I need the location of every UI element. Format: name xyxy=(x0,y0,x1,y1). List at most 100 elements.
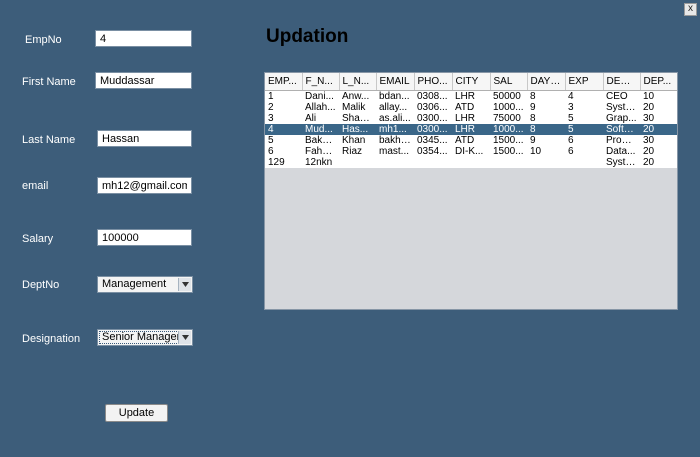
table-cell[interactable]: Bakh... xyxy=(302,135,339,146)
column-header[interactable]: L_N... xyxy=(339,73,377,91)
table-cell[interactable]: 129 xyxy=(265,157,302,168)
first-name-input[interactable] xyxy=(95,72,192,89)
table-cell[interactable]: Fahe... xyxy=(302,146,339,157)
table-cell[interactable]: ATD xyxy=(452,135,490,146)
column-header[interactable]: PHO... xyxy=(414,73,453,91)
table-cell[interactable]: 8 xyxy=(527,124,565,135)
table-cell[interactable]: LHR xyxy=(452,113,490,124)
table-cell[interactable]: 1500... xyxy=(490,146,527,157)
table-cell[interactable]: mast... xyxy=(376,146,414,157)
table-cell[interactable]: Softw... xyxy=(603,124,640,135)
table-cell[interactable]: 8 xyxy=(527,90,565,102)
salary-input[interactable] xyxy=(97,229,192,246)
table-cell[interactable]: 0306... xyxy=(414,102,452,113)
table-cell[interactable]: 8 xyxy=(527,113,565,124)
table-cell[interactable]: bdan... xyxy=(376,90,414,102)
table-cell[interactable]: 1000... xyxy=(490,102,527,113)
column-header[interactable]: CITY xyxy=(452,73,491,91)
table-cell[interactable]: 0300... xyxy=(414,124,452,135)
table-cell[interactable]: 5 xyxy=(565,113,603,124)
table-cell[interactable]: 4 xyxy=(265,124,302,135)
table-cell[interactable]: 0354... xyxy=(414,146,452,157)
column-header[interactable]: DESI... xyxy=(603,73,641,91)
table-cell[interactable]: 6 xyxy=(565,146,603,157)
close-button[interactable]: x xyxy=(684,3,697,16)
table-row[interactable]: 3 Ali Shah... as.ali... 0300... LHR 75000 8 5 Gra… xyxy=(265,113,677,124)
table-cell[interactable]: Progr... xyxy=(603,135,640,146)
table-cell[interactable]: 20 xyxy=(640,102,677,113)
table-cell[interactable]: 6 xyxy=(265,146,302,157)
table-cell[interactable]: Grap... xyxy=(603,113,640,124)
table-cell[interactable]: 10 xyxy=(527,146,565,157)
table-cell[interactable]: 4 xyxy=(565,90,603,102)
table-cell[interactable]: 1 xyxy=(265,90,302,102)
table-cell[interactable]: 5 xyxy=(565,124,603,135)
table-cell[interactable]: 0300... xyxy=(414,113,452,124)
table-cell[interactable] xyxy=(376,157,414,168)
table-cell[interactable]: Shah... xyxy=(339,113,376,124)
column-header[interactable]: DAY_... xyxy=(527,73,566,91)
table-cell[interactable]: 75000 xyxy=(490,113,527,124)
table-cell[interactable] xyxy=(527,157,565,168)
column-header[interactable]: EMAIL xyxy=(376,73,415,91)
table-row[interactable]: 5 Bakh... Khan bakht... 0345... ATD 1500... 9 6 P… xyxy=(265,135,677,146)
last-name-input[interactable] xyxy=(97,130,192,147)
table-cell[interactable]: CEO xyxy=(603,90,640,102)
table-cell[interactable]: 9 xyxy=(527,135,565,146)
table-cell[interactable]: Ali xyxy=(302,113,339,124)
email-input[interactable] xyxy=(97,177,192,194)
table-cell[interactable]: 30 xyxy=(640,113,677,124)
column-header[interactable]: EXP xyxy=(565,73,604,91)
table-cell[interactable]: Mud... xyxy=(302,124,339,135)
table-cell[interactable]: Has... xyxy=(339,124,376,135)
table-cell[interactable]: 50000 xyxy=(490,90,527,102)
table-row[interactable]: 129 12nkn Syste... 20 xyxy=(265,157,677,168)
table-cell[interactable] xyxy=(490,157,527,168)
table-cell[interactable]: 1000... xyxy=(490,124,527,135)
table-cell[interactable] xyxy=(339,157,376,168)
table-cell[interactable]: Malik xyxy=(339,102,376,113)
table-cell[interactable]: Syste... xyxy=(603,157,640,168)
designation-select[interactable]: Senior Manager xyxy=(97,329,193,346)
table-cell[interactable]: Riaz xyxy=(339,146,376,157)
employee-table[interactable]: EMP... F_N... L_N... EMAIL PHO... CITY SAL DAY_… xyxy=(264,72,678,310)
table-row[interactable]: 1 Dani... Anw... bdan... 0308... LHR 50000 8 4 CE… xyxy=(265,90,677,102)
table-cell[interactable]: Syste... xyxy=(603,102,640,113)
table-row[interactable]: 4 Mud... Has... mh1... 0300... LHR 1000... 8 5 So… xyxy=(265,124,677,135)
table-cell[interactable]: allay... xyxy=(376,102,414,113)
table-cell[interactable]: 10 xyxy=(640,90,677,102)
table-cell[interactable]: 9 xyxy=(527,102,565,113)
table-cell[interactable]: Khan xyxy=(339,135,376,146)
table-row[interactable]: 6 Fahe... Riaz mast... 0354... DI-K... 1500...… xyxy=(265,146,677,157)
table-cell[interactable]: bakht... xyxy=(376,135,414,146)
table-cell[interactable]: DI-K... xyxy=(452,146,490,157)
table-cell[interactable]: LHR xyxy=(452,90,490,102)
table-cell[interactable]: LHR xyxy=(452,124,490,135)
update-button[interactable]: Update xyxy=(105,404,168,422)
column-header[interactable]: F_N... xyxy=(302,73,340,91)
table-cell[interactable]: 3 xyxy=(265,113,302,124)
table-cell[interactable] xyxy=(452,157,490,168)
table-cell[interactable]: Allah... xyxy=(302,102,339,113)
table-cell[interactable]: 3 xyxy=(565,102,603,113)
column-header[interactable]: EMP... xyxy=(265,73,303,91)
table-cell[interactable]: 6 xyxy=(565,135,603,146)
column-header[interactable]: SAL xyxy=(490,73,528,91)
table-cell[interactable]: ATD xyxy=(452,102,490,113)
table-cell[interactable]: 1500... xyxy=(490,135,527,146)
table-cell[interactable]: 20 xyxy=(640,157,677,168)
table-cell[interactable]: Dani... xyxy=(302,90,339,102)
deptno-select[interactable]: Management xyxy=(97,276,193,293)
table-cell[interactable]: 0345... xyxy=(414,135,452,146)
chevron-down-icon[interactable] xyxy=(178,278,191,291)
column-header[interactable]: DEP... xyxy=(640,73,677,91)
table-cell[interactable] xyxy=(565,157,603,168)
empno-input[interactable] xyxy=(95,30,192,47)
table-cell[interactable]: mh1... xyxy=(376,124,414,135)
table-cell[interactable]: 20 xyxy=(640,146,677,157)
table-cell[interactable]: 20 xyxy=(640,124,677,135)
table-cell[interactable]: 30 xyxy=(640,135,677,146)
table-cell[interactable]: 12nkn xyxy=(302,157,339,168)
table-cell[interactable]: 0308... xyxy=(414,90,452,102)
table-cell[interactable]: 2 xyxy=(265,102,302,113)
